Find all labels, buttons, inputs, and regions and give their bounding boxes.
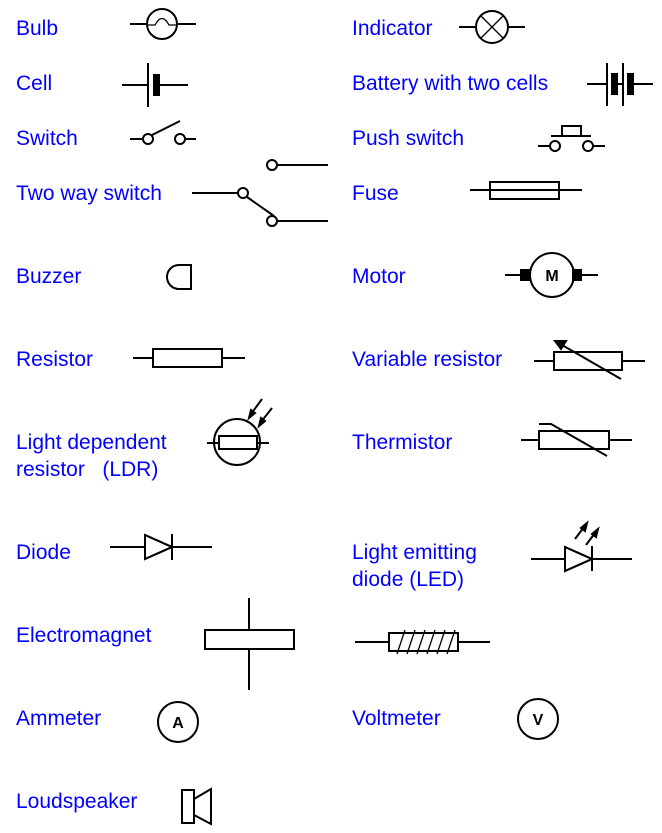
resistor-symbol bbox=[133, 348, 245, 368]
two-way-switch-symbol bbox=[192, 159, 328, 227]
thermistor-symbol bbox=[521, 423, 632, 457]
motor-symbol: M bbox=[505, 252, 598, 298]
ammeter-symbol: A bbox=[157, 701, 199, 743]
voltmeter-symbol: V bbox=[517, 698, 559, 740]
electromagnet-symbol bbox=[204, 598, 295, 690]
loudspeaker-symbol bbox=[181, 787, 212, 826]
cell-symbol bbox=[122, 63, 188, 107]
led-symbol bbox=[531, 520, 632, 573]
bulb-symbol bbox=[130, 8, 196, 40]
indicator-symbol bbox=[459, 10, 525, 44]
diode-symbol bbox=[110, 533, 212, 561]
push-switch-symbol bbox=[538, 125, 605, 152]
ammeter-glyph: A bbox=[172, 715, 184, 732]
variable-resistor-symbol bbox=[534, 340, 645, 380]
fuse-symbol bbox=[470, 181, 582, 200]
battery-symbol bbox=[587, 63, 653, 106]
buzzer-symbol bbox=[166, 264, 192, 290]
motor-glyph: M bbox=[545, 268, 558, 285]
circuit-symbols-canvas: M A V bbox=[110, 8, 653, 826]
voltmeter-glyph: V bbox=[533, 712, 544, 729]
ldr-symbol bbox=[207, 398, 273, 466]
switch-symbol bbox=[130, 120, 196, 145]
coil-symbol bbox=[355, 629, 490, 655]
